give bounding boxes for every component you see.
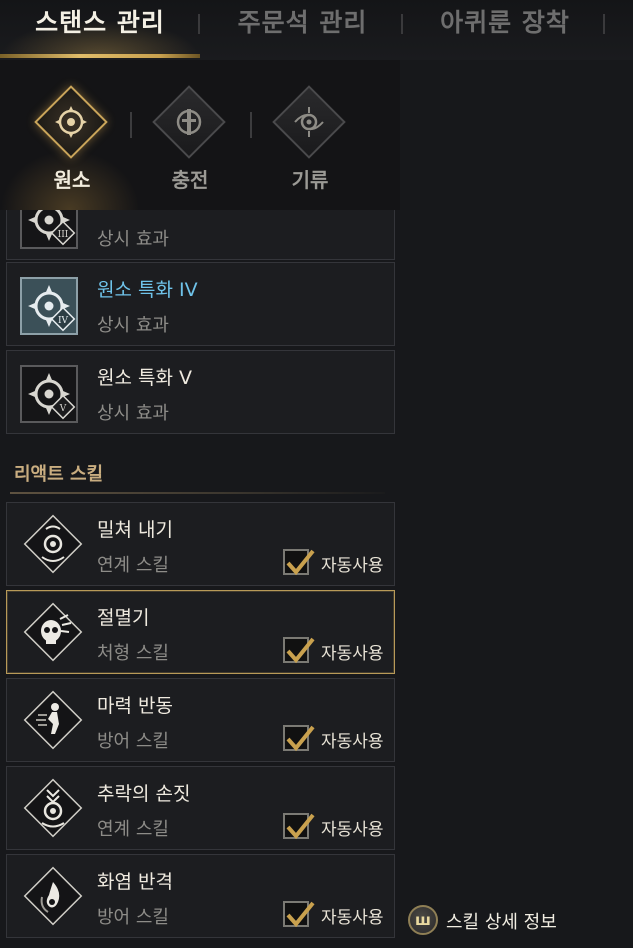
stance-selector: 원소 충전 기류 (0, 60, 400, 210)
tab-divider (198, 14, 200, 34)
element-mastery-iii-icon: III (20, 210, 78, 249)
passive-name: 원소 특화 IV (97, 279, 198, 301)
mana-recoil-icon (23, 690, 83, 750)
react-skill-row[interactable]: 밀쳐 내기 연계 스킬 자동사용 (6, 502, 395, 586)
checkmark-icon (286, 549, 315, 576)
tab-rune-management[interactable]: 주문석 관리 (205, 0, 400, 52)
passive-row[interactable]: III 상시 효과 (6, 210, 395, 260)
airflow-stance-icon (294, 107, 324, 137)
stance-label: 기류 (291, 168, 329, 192)
push-away-icon (23, 514, 83, 574)
tab-divider (603, 14, 605, 34)
element-mastery-iv-icon: IV (20, 277, 78, 335)
skill-type: 연계 스킬 (97, 819, 169, 840)
skill-detail-label: 스킬 상세 정보 (446, 912, 557, 933)
detail-panel (400, 60, 633, 948)
auto-use-checkbox[interactable] (283, 813, 315, 840)
auto-use-label: 자동사용 (321, 908, 384, 928)
stance-divider (130, 112, 132, 138)
skill-detail-button[interactable]: ш 스킬 상세 정보 (408, 905, 578, 937)
stance-divider (250, 112, 252, 138)
react-skill-row[interactable]: 화염 반격 방어 스킬 자동사용 (6, 854, 395, 938)
skill-name: 밀쳐 내기 (97, 519, 173, 541)
auto-use-label: 자동사용 (321, 556, 384, 576)
falling-gesture-icon (23, 778, 83, 838)
passive-row[interactable]: IV 원소 특화 IV 상시 효과 (6, 262, 395, 346)
tab-divider (401, 14, 403, 34)
element-mastery-v-icon: V (20, 365, 78, 423)
auto-use-checkbox[interactable] (283, 637, 315, 664)
tab-aquirune-equip[interactable]: 아퀴룬 장착 (410, 0, 600, 52)
skill-type: 방어 스킬 (97, 731, 169, 752)
auto-use-checkbox[interactable] (283, 901, 315, 928)
tab-stance-management[interactable]: 스탠스 관리 (0, 0, 200, 52)
passive-row[interactable]: V 원소 특화 V 상시 효과 (6, 350, 395, 434)
skill-list[interactable]: III 상시 효과 IV 원소 특화 IV 상시 효과 V 원소 특화 V 상시… (0, 210, 400, 948)
top-tab-bar: 스탠스 관리 주문석 관리 아퀴룬 장착 (0, 0, 633, 60)
checkmark-icon (286, 813, 315, 840)
annihilation-skull-icon (23, 602, 83, 662)
stance-label: 원소 (53, 168, 91, 192)
skill-type: 처형 스킬 (97, 643, 169, 664)
passive-name: 원소 특화 V (97, 367, 192, 389)
checkmark-icon (286, 637, 315, 664)
flame-counter-icon (23, 866, 83, 926)
stance-element[interactable]: 원소 (32, 85, 112, 208)
svg-text:III: III (58, 230, 69, 240)
key-hint-icon: ш (408, 905, 438, 935)
react-skill-section-title: 리액트 스킬 (14, 464, 104, 485)
skill-type: 연계 스킬 (97, 555, 169, 576)
checkmark-icon (286, 725, 315, 752)
passive-type: 상시 효과 (97, 229, 169, 250)
active-tab-underline (0, 54, 200, 58)
react-skill-row[interactable]: 절멸기 처형 스킬 자동사용 (6, 590, 395, 674)
stance-charge[interactable]: 충전 (150, 85, 230, 208)
react-skill-row[interactable]: 마력 반동 방어 스킬 자동사용 (6, 678, 395, 762)
charge-stance-icon (176, 109, 202, 135)
svg-text:IV: IV (58, 316, 69, 326)
skill-name: 추락의 손짓 (97, 783, 191, 805)
passive-type: 상시 효과 (97, 403, 169, 424)
auto-use-label: 자동사용 (321, 644, 384, 664)
passive-type: 상시 효과 (97, 315, 169, 336)
checkmark-icon (286, 901, 315, 928)
stance-label: 충전 (171, 168, 209, 192)
svg-text:V: V (59, 404, 67, 414)
skill-name: 화염 반격 (97, 871, 173, 893)
react-skill-row[interactable]: 추락의 손짓 연계 스킬 자동사용 (6, 766, 395, 850)
auto-use-checkbox[interactable] (283, 549, 315, 576)
skill-type: 방어 스킬 (97, 907, 169, 928)
auto-use-checkbox[interactable] (283, 725, 315, 752)
section-divider (10, 492, 385, 494)
auto-use-label: 자동사용 (321, 732, 384, 752)
element-stance-icon (55, 106, 87, 138)
auto-use-label: 자동사용 (321, 820, 384, 840)
stance-airflow[interactable]: 기류 (270, 85, 350, 208)
skill-name: 마력 반동 (97, 695, 173, 717)
skill-name: 절멸기 (97, 607, 150, 629)
